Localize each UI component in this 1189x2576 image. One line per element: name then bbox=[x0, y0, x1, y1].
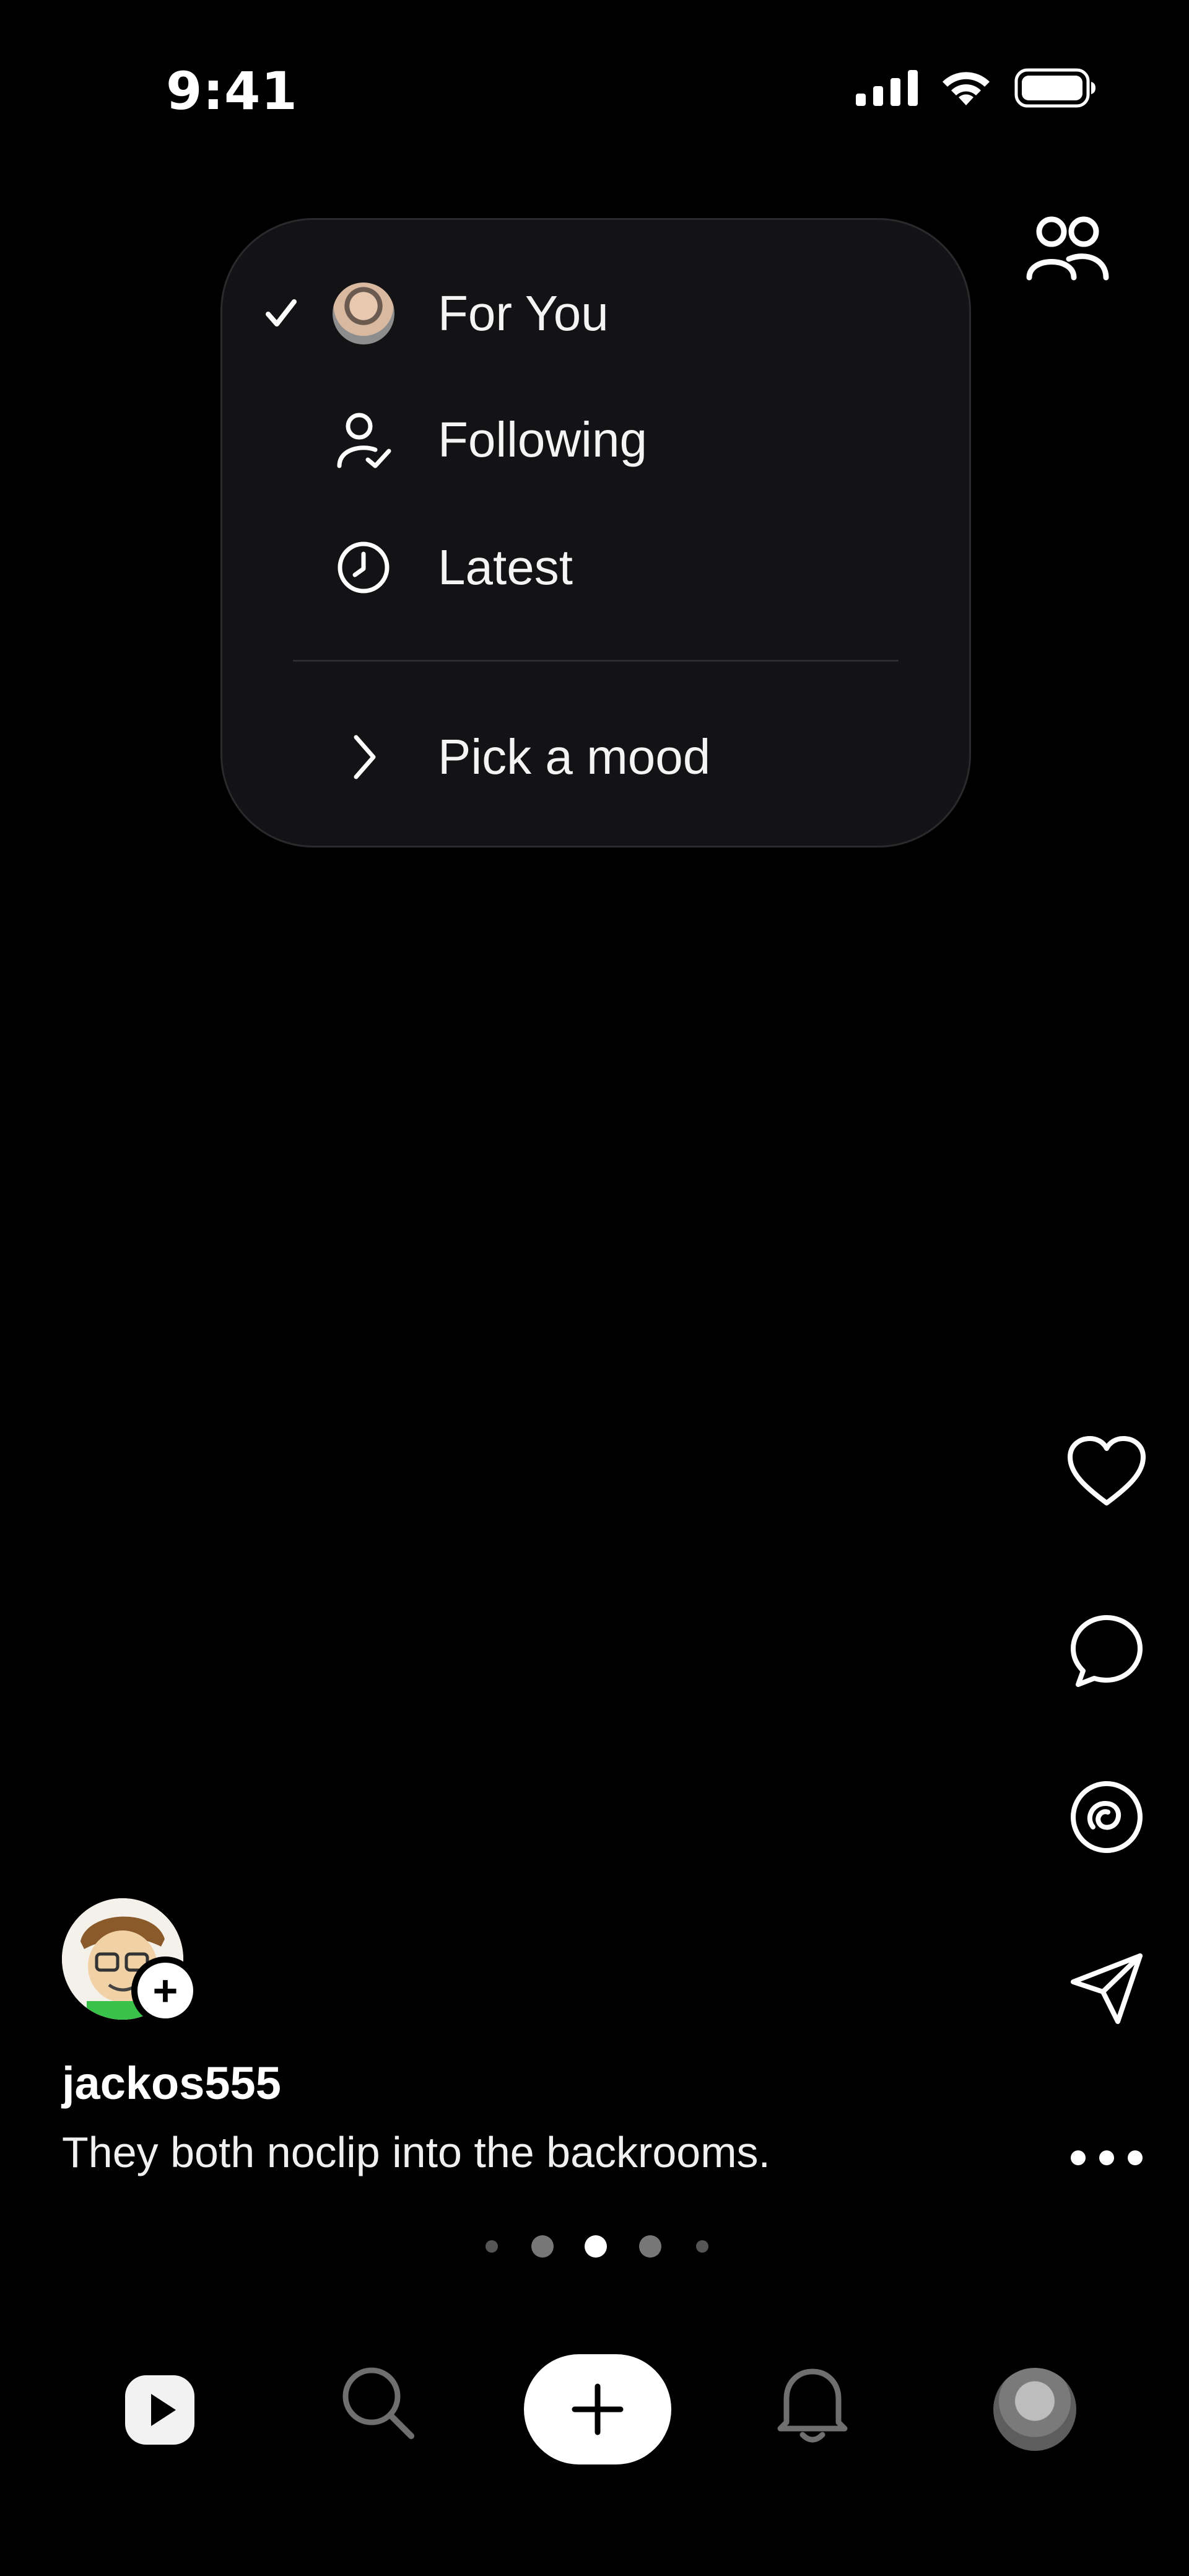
menu-item-latest[interactable]: Latest bbox=[222, 515, 969, 620]
menu-item-label: Pick a mood bbox=[438, 729, 711, 784]
remix-icon[interactable] bbox=[1060, 1771, 1153, 1864]
wifi-icon bbox=[943, 72, 990, 105]
clock-icon bbox=[333, 537, 394, 598]
pager-dot bbox=[639, 2235, 661, 2258]
author-username[interactable]: jackos555 bbox=[62, 2057, 281, 2109]
pager-dot-active bbox=[585, 2235, 607, 2258]
menu-item-following[interactable]: Following bbox=[222, 387, 969, 493]
search-icon[interactable] bbox=[338, 2363, 416, 2441]
comment-icon[interactable] bbox=[1060, 1605, 1153, 1698]
heart-icon[interactable] bbox=[1060, 1425, 1153, 1518]
reels-screen: 9:41 For You Following Latest Pick a moo… bbox=[0, 0, 1189, 2576]
create-button[interactable] bbox=[524, 2354, 671, 2464]
send-icon[interactable] bbox=[1060, 1942, 1153, 2035]
people-icon[interactable] bbox=[1026, 213, 1110, 283]
menu-item-pick-a-mood[interactable]: Pick a mood bbox=[222, 704, 969, 810]
more-icon[interactable] bbox=[1060, 2111, 1153, 2204]
feed-menu: For You Following Latest Pick a mood bbox=[220, 218, 971, 848]
status-icons bbox=[856, 68, 1096, 108]
profile-avatar[interactable] bbox=[993, 2368, 1076, 2451]
cellular-signal-icon bbox=[856, 70, 918, 106]
menu-item-label: Latest bbox=[438, 540, 573, 595]
person-check-icon bbox=[333, 409, 394, 471]
chevron-right-icon bbox=[333, 726, 394, 788]
menu-divider bbox=[293, 660, 899, 662]
menu-item-label: For You bbox=[438, 286, 609, 341]
for-you-avatar bbox=[333, 283, 394, 344]
menu-item-for-you[interactable]: For You bbox=[222, 261, 969, 366]
pager-dot bbox=[696, 2240, 708, 2253]
status-time: 9:41 bbox=[166, 61, 298, 121]
post-caption: They both noclip into the backrooms. bbox=[62, 2128, 770, 2176]
follow-button[interactable]: + bbox=[131, 1956, 199, 2025]
checkmark-icon bbox=[266, 299, 297, 326]
plus-icon bbox=[572, 2383, 624, 2435]
reels-icon[interactable] bbox=[121, 2372, 198, 2448]
carousel-pager bbox=[477, 2228, 725, 2265]
pager-dot bbox=[531, 2235, 554, 2258]
menu-item-label: Following bbox=[438, 412, 647, 467]
notifications-icon[interactable] bbox=[774, 2363, 851, 2446]
battery-icon bbox=[1014, 68, 1095, 108]
pager-dot bbox=[486, 2240, 498, 2253]
